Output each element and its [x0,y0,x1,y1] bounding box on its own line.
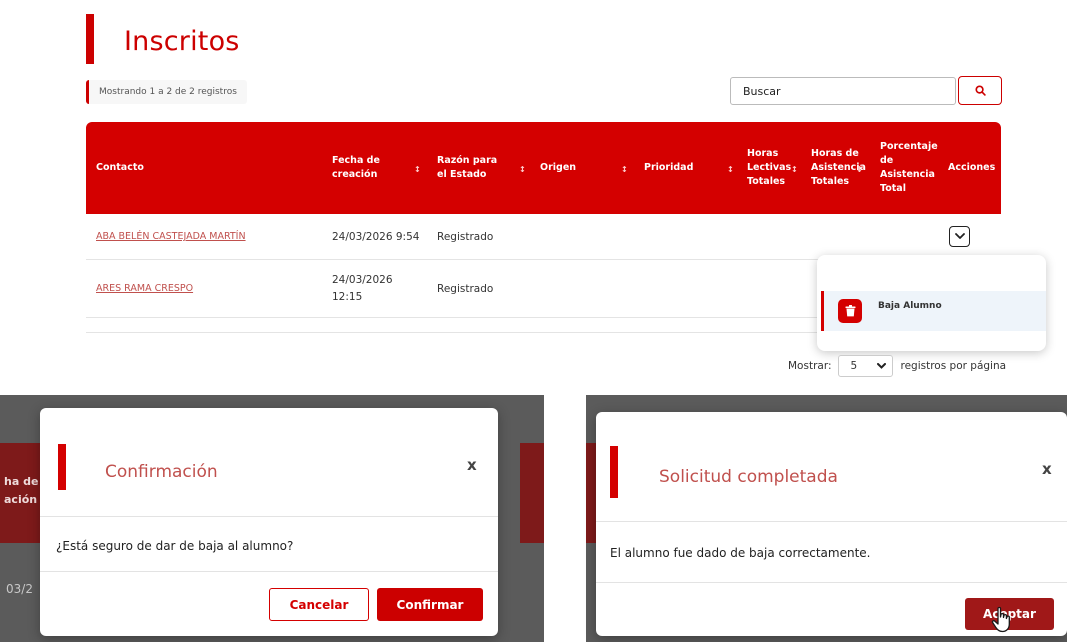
backdrop-cell-text: 03/2 [6,582,33,596]
column-razon[interactable]: Razón para el Estado [437,122,509,214]
creation-date: 24/03/2026 9:54 [332,230,420,243]
pager: Mostrar: 5 registros por página [788,355,1006,377]
dialog-title: Solicitud completada [659,467,838,487]
close-icon[interactable]: x [467,456,477,474]
column-horas-lectivas[interactable]: Horas Lectivas Totales [747,122,793,214]
sort-icon[interactable]: ↕ [791,165,798,174]
cancel-button[interactable]: Cancelar [269,588,369,621]
page-size-select[interactable]: 5 [837,355,893,377]
success-dialog: Solicitud completada x El alumno fue dad… [596,412,1067,636]
sort-icon[interactable]: ↕ [519,165,526,174]
page-title: Inscritos [124,26,240,57]
records-info: Mostrando 1 a 2 de 2 registros [86,80,247,104]
column-fecha[interactable]: Fecha de creación [332,122,390,214]
column-prioridad[interactable]: Prioridad [644,122,693,214]
column-contacto[interactable]: Contacto [96,122,144,214]
pager-show-label: Mostrar: [788,360,832,372]
backdrop-table-header [520,443,544,543]
contact-link[interactable]: ARES RAMA CRESPO [96,283,193,294]
title-accent-bar [86,14,94,64]
sort-icon[interactable]: ↕ [727,165,734,174]
dialog-message: ¿Está seguro de dar de baja al alumno? [56,539,294,553]
dialog-accent-bar [610,446,618,498]
status-reason: Registrado [437,230,494,243]
menu-item-label: Baja Alumno [878,301,942,311]
search-button[interactable] [958,76,1002,105]
chevron-down-icon [876,363,886,369]
dialog-divider [40,571,498,572]
column-porcentaje[interactable]: Porcentaje de Asistencia Total [880,122,938,214]
column-origen[interactable]: Origen [540,122,576,214]
pager-suffix: registros por página [900,360,1007,372]
search-icon [974,85,986,96]
close-icon[interactable]: x [1042,460,1052,478]
sort-icon[interactable]: ↕ [621,165,628,174]
dialog-accent-bar [58,444,66,490]
dialog-divider [596,521,1067,522]
actions-dropdown-button[interactable] [949,226,970,247]
table-row: ABA BELÉN CASTEJADA MARTÍN 24/03/2026 9:… [86,214,1001,260]
status-reason: Registrado [437,282,494,295]
dialog-divider [596,582,1067,583]
contact-link[interactable]: ABA BELÉN CASTEJADA MARTÍN [96,231,246,242]
hand-cursor-icon [991,606,1010,633]
search-input[interactable] [730,77,956,105]
menu-item-baja-alumno[interactable]: Baja Alumno [821,291,1046,331]
actions-menu: Baja Alumno [817,255,1046,351]
sort-icon[interactable]: ↕ [856,165,863,174]
table-header: Contacto Fecha de creación ↕ Razón para … [86,122,1001,214]
dialog-message: El alumno fue dado de baja correctamente… [610,546,871,560]
confirm-button[interactable]: Confirmar [377,588,483,621]
confirm-dialog: Confirmación x ¿Está seguro de dar de ba… [40,408,498,636]
dialog-title: Confirmación [105,462,218,482]
trash-icon [838,299,862,323]
backdrop-header-text: ha de ación [4,475,39,506]
chevron-down-icon [954,233,965,239]
sort-icon[interactable]: ↕ [414,165,421,174]
column-acciones: Acciones [948,161,996,173]
dialog-divider [40,516,498,517]
creation-date: 24/03/2026 12:15 [332,274,393,303]
